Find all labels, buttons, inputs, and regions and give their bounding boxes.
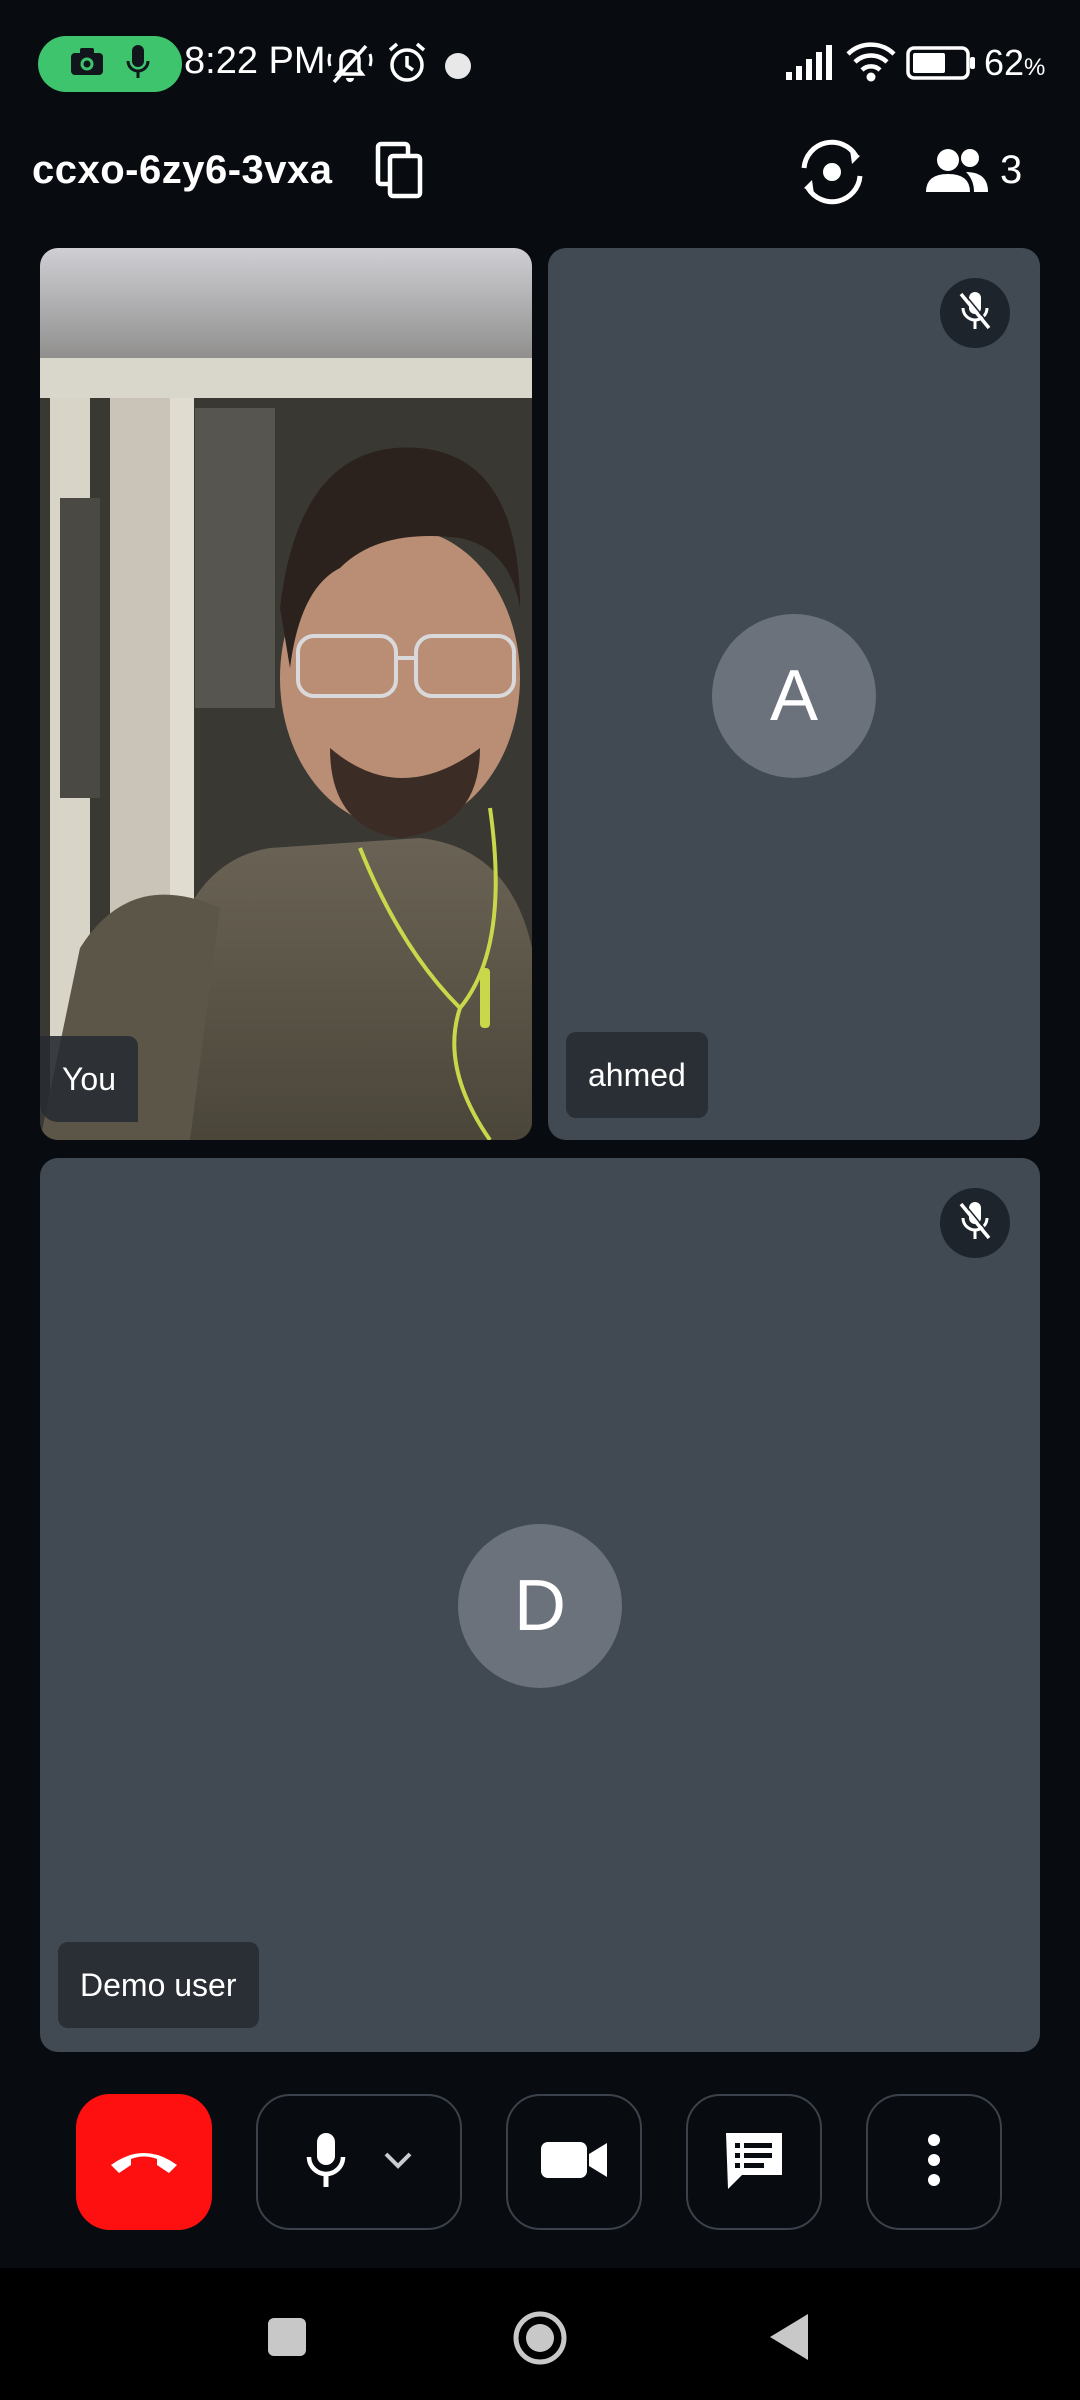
participant-name-tag: Demo user (58, 1942, 259, 2028)
video-camera-icon (539, 2138, 609, 2187)
back-triangle-icon[interactable] (766, 2312, 812, 2367)
mic-muted-badge (940, 278, 1010, 348)
mic-icon[interactable] (304, 2131, 348, 2194)
copy-icon[interactable] (374, 140, 426, 207)
battery-percentage: 62% (984, 42, 1046, 83)
video-tile-you[interactable]: You (40, 248, 532, 1140)
status-bar: 8:22 PM 62% (0, 0, 1080, 130)
home-circle-icon[interactable] (512, 2310, 568, 2371)
participant-count[interactable]: 3 (1000, 148, 1022, 193)
microphone-button[interactable] (256, 2094, 462, 2230)
end-call-button[interactable] (76, 2094, 212, 2230)
chat-icon (722, 2129, 786, 2196)
end-call-icon (107, 2145, 181, 2180)
mic-muted-badge (940, 1188, 1010, 1258)
chevron-down-icon[interactable] (382, 2150, 414, 2175)
system-navigation-bar (0, 2268, 1080, 2400)
recents-square-icon[interactable] (266, 2316, 308, 2363)
dot-icon (444, 52, 472, 85)
camera-toggle-button[interactable] (506, 2094, 642, 2230)
participants-icon[interactable] (924, 146, 990, 201)
signal-icon (784, 44, 834, 87)
mute-notifications-icon (326, 40, 374, 93)
wifi-icon (846, 40, 896, 89)
participant-avatar: A (712, 614, 876, 778)
camera-icon (69, 46, 105, 83)
mic-off-icon (957, 1200, 993, 1247)
mic-icon (125, 44, 151, 85)
camera-feed-image (40, 248, 532, 1140)
participant-avatar: D (458, 1524, 622, 1688)
recording-indicator-pill (38, 36, 182, 92)
more-options-button[interactable] (866, 2094, 1002, 2230)
alarm-icon (384, 40, 430, 91)
status-time: 8:22 PM (184, 40, 326, 82)
participant-name-tag: You (40, 1036, 138, 1122)
mic-off-icon (957, 290, 993, 337)
participant-name-tag: ahmed (566, 1032, 708, 1118)
participant-tile-demo-user[interactable]: D Demo user (40, 1158, 1040, 2052)
meeting-code: ccxo-6zy6-3vxa (32, 148, 333, 192)
battery-icon (906, 46, 976, 85)
participant-tile-ahmed[interactable]: A ahmed (548, 248, 1040, 1140)
chat-button[interactable] (686, 2094, 822, 2230)
switch-camera-icon[interactable] (794, 138, 870, 211)
more-vert-icon (926, 2133, 942, 2192)
